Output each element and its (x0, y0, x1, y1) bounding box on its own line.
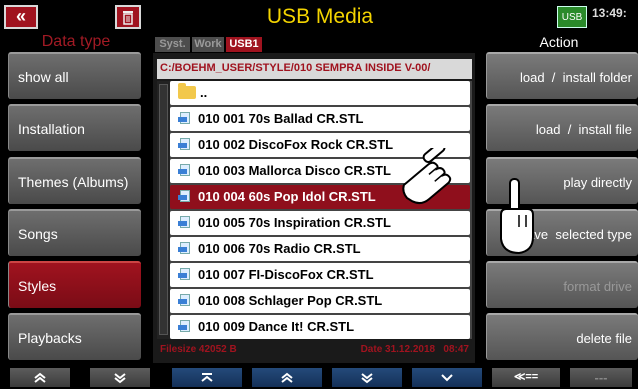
format-drive-button[interactable]: format drive (486, 261, 638, 308)
back-step-button[interactable]: ≪== (492, 368, 560, 387)
file-name: 010 007 FI-DiscoFox CR.STL (198, 267, 374, 282)
list-page-down-button[interactable] (332, 368, 402, 387)
file-row[interactable]: 010 009 Dance It! CR.STL (170, 315, 470, 339)
tab-usb1[interactable]: USB1 (226, 37, 262, 52)
file-name: 010 008 Schlager Pop CR.STL (198, 293, 383, 308)
file-name: 010 004 60s Pop Idol CR.STL (198, 189, 376, 204)
data-type-songs[interactable]: Songs (8, 209, 141, 256)
style-file-icon (178, 190, 193, 202)
load-install-file-button[interactable]: load / install file (486, 104, 638, 151)
folder-up-icon (178, 83, 196, 99)
style-file-icon (178, 216, 193, 228)
list-bottom-button[interactable] (412, 368, 482, 387)
file-row[interactable]: 010 001 70s Ballad CR.STL (170, 107, 470, 131)
list-top-button[interactable] (172, 368, 242, 387)
current-path: C:/BOEHM_USER/STYLE/010 SEMPRA INSIDE V-… (157, 59, 472, 79)
action-heading: Action (539, 34, 579, 50)
trash-icon (123, 11, 133, 25)
data-type-styles[interactable]: Styles (8, 261, 141, 308)
page-up-button[interactable] (10, 368, 70, 387)
trash-button[interactable] (115, 5, 141, 29)
file-name: 010 003 Mallorca Disco CR.STL (198, 163, 391, 178)
tab-syst[interactable]: Syst. (155, 37, 190, 52)
double-chevron-down-icon (361, 373, 373, 384)
page-title: USB Media (266, 5, 374, 28)
style-file-icon (178, 268, 193, 280)
pointing-hand-icon (402, 148, 452, 205)
delete-file-button[interactable]: delete file (486, 313, 638, 360)
file-name: 010 006 70s Radio CR.STL (198, 241, 361, 256)
data-type-themes[interactable]: Themes (Albums) (8, 157, 141, 204)
style-file-icon (178, 138, 193, 150)
style-file-icon (178, 164, 193, 176)
file-row[interactable]: 010 006 70s Radio CR.STL (170, 237, 470, 261)
file-row[interactable]: 010 005 70s Inspiration CR.STL (170, 211, 470, 235)
load-install-folder-button[interactable]: load / install folder (486, 52, 638, 99)
list-page-up-button[interactable] (252, 368, 322, 387)
style-file-icon (178, 294, 193, 306)
empty-function-button[interactable]: --- (570, 368, 632, 387)
usb-drive-icon: USB (557, 6, 587, 28)
parent-folder-label: .. (200, 85, 208, 100)
data-type-show-all[interactable]: show all (8, 52, 141, 99)
clock: 13:49: (592, 6, 627, 20)
file-row[interactable]: 010 008 Schlager Pop CR.STL (170, 289, 470, 313)
file-name: 010 002 DiscoFox Rock CR.STL (198, 137, 394, 152)
pointing-hand-icon (500, 178, 534, 255)
file-name: 010 005 70s Inspiration CR.STL (198, 215, 391, 230)
double-chevron-down-icon (114, 373, 126, 384)
file-row[interactable]: 010 007 FI-DiscoFox CR.STL (170, 263, 470, 287)
file-name: 010 001 70s Ballad CR.STL (198, 111, 364, 126)
data-type-installation[interactable]: Installation (8, 104, 141, 151)
double-chevron-up-icon (34, 372, 46, 383)
file-name: 010 009 Dance It! CR.STL (198, 319, 355, 334)
filesize-label: Filesize 42052 B (160, 344, 237, 355)
data-type-playbacks[interactable]: Playbacks (8, 313, 141, 360)
style-file-icon (178, 242, 193, 254)
scrollbar-thumb[interactable] (159, 84, 168, 335)
chevron-down-icon (441, 374, 453, 382)
data-type-heading: Data type (41, 33, 111, 50)
parent-folder-row[interactable]: .. (170, 81, 470, 105)
style-file-icon (178, 320, 193, 332)
tab-work[interactable]: Work (192, 37, 224, 52)
file-status-bar: Filesize 42052 B Date 31.12.2018 08:47 (157, 341, 472, 359)
file-date-label: Date 31.12.2018 08:47 (360, 344, 469, 355)
double-chevron-up-icon (281, 372, 293, 383)
chevron-to-top-icon (201, 373, 213, 382)
style-file-icon (178, 112, 193, 124)
back-button[interactable]: « (4, 5, 38, 29)
page-down-button[interactable] (90, 368, 150, 387)
